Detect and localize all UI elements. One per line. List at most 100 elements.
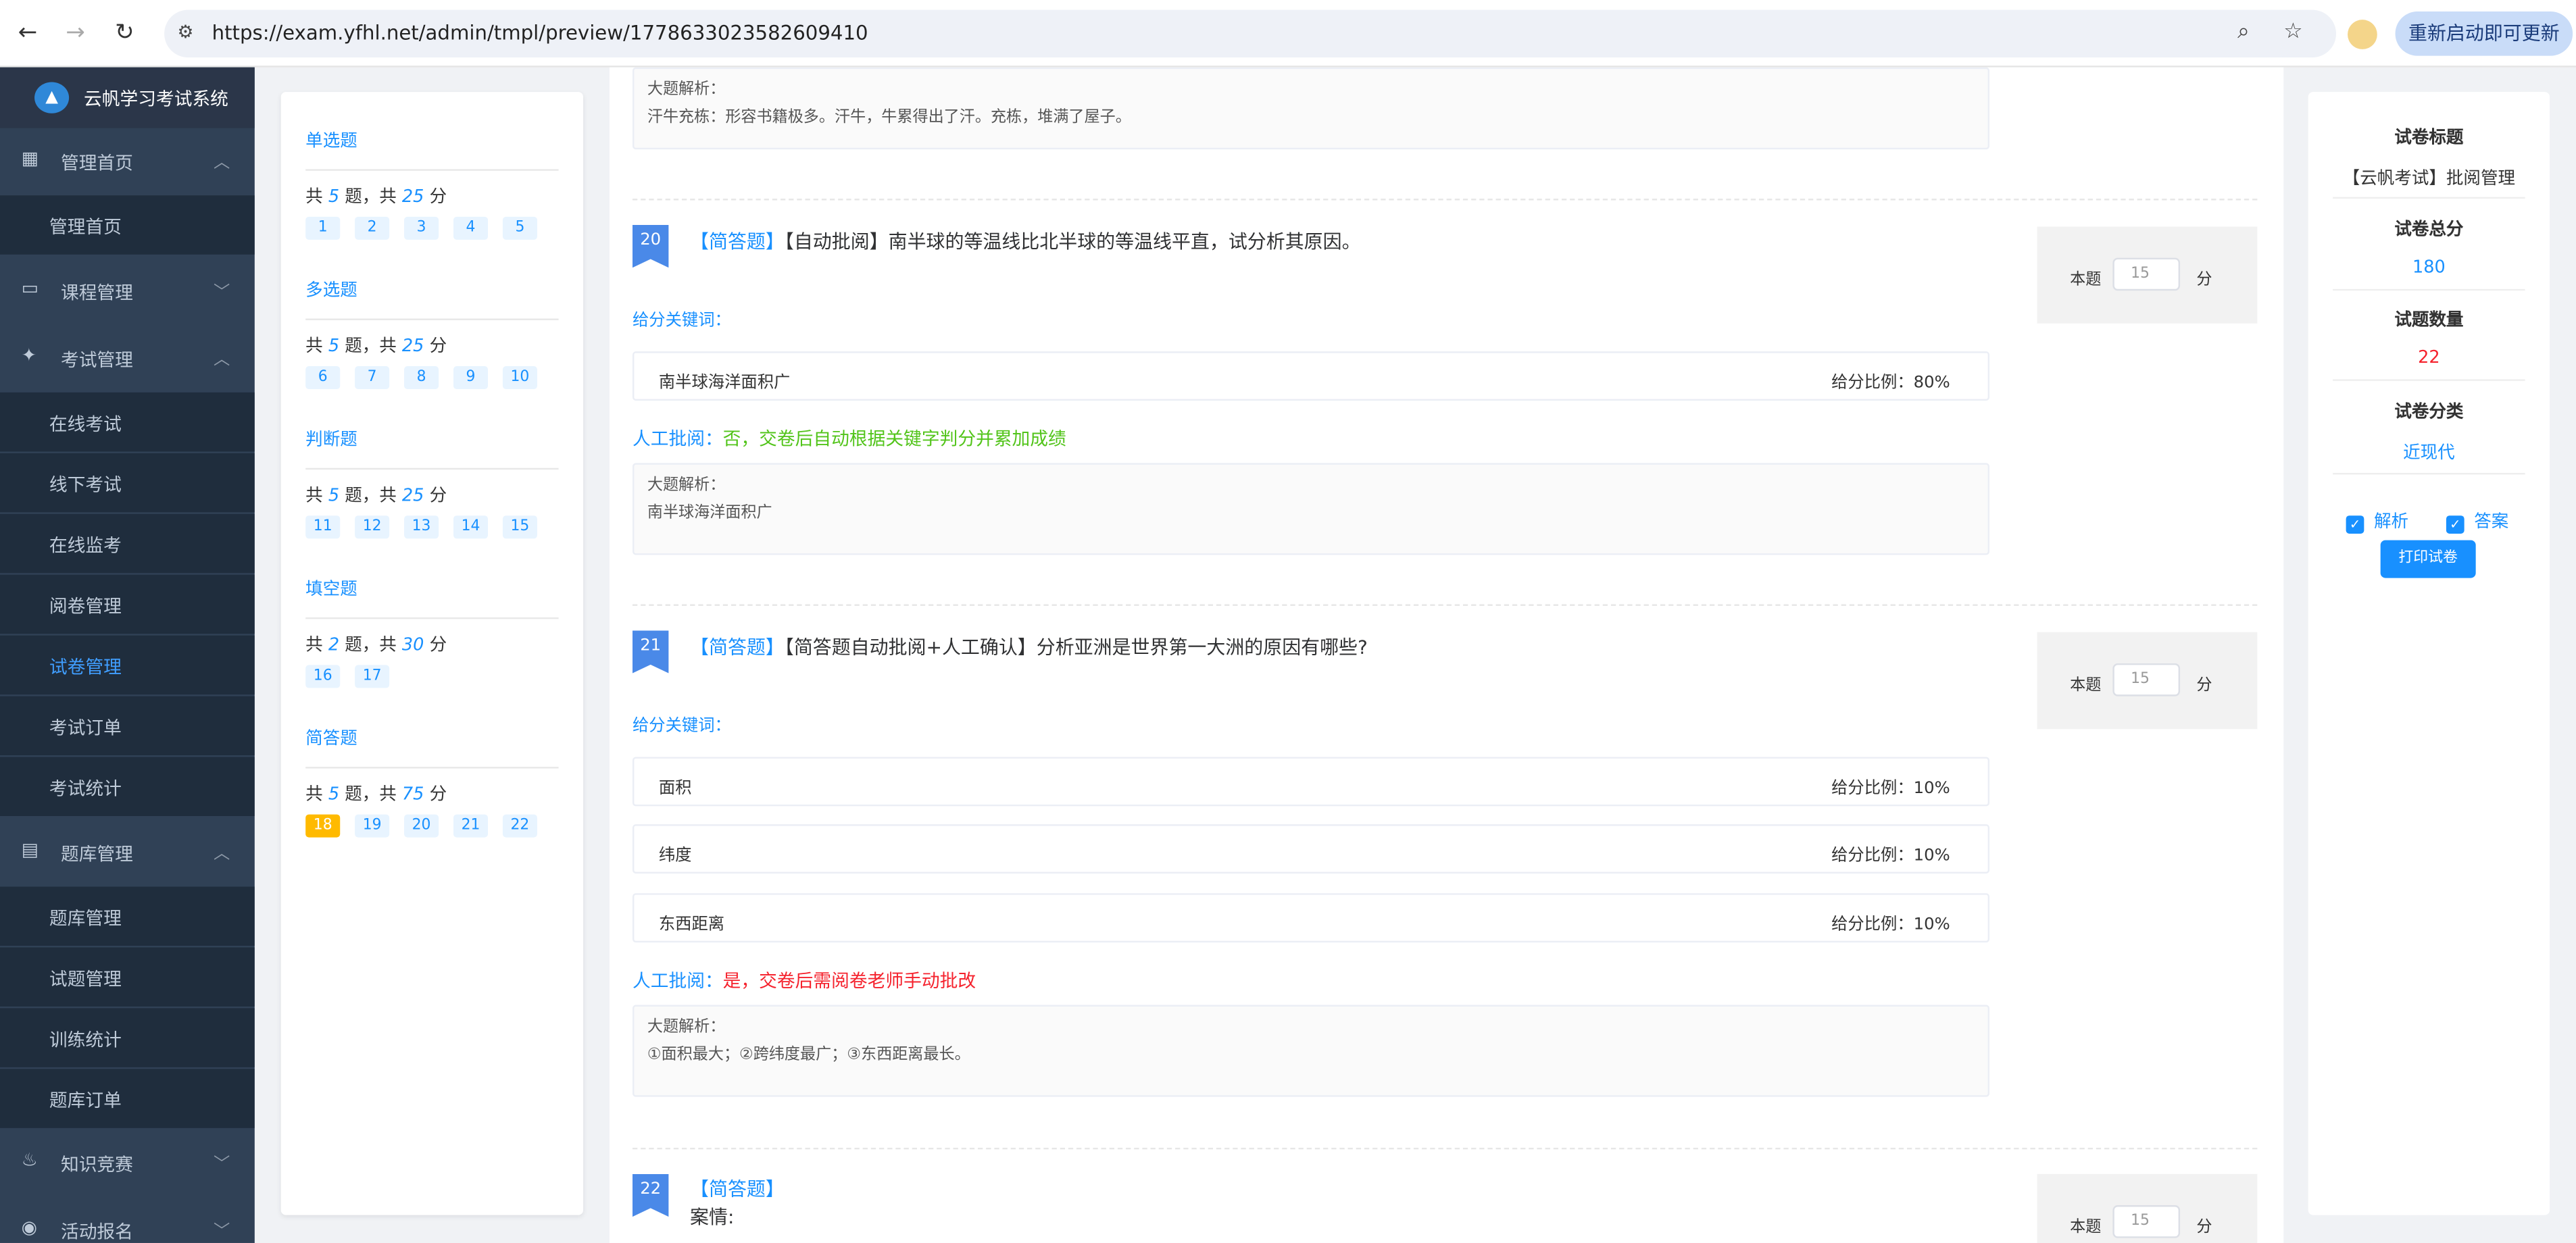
question-number-button[interactable]: 12	[355, 515, 390, 539]
sidebar-item-home[interactable]: 管理首页	[0, 195, 255, 255]
bank-icon: ▤	[21, 839, 39, 861]
question-number-button[interactable]: 10	[502, 366, 537, 390]
section-multi-choice: 多选题 共 5 题，共 25 分 6 7 8 9 10	[305, 280, 559, 391]
reload-icon[interactable]: ↻	[115, 20, 134, 46]
exam-icon: ✦	[21, 345, 37, 367]
sidebar-item-label: 管理首页	[49, 216, 122, 238]
brand: ▲ 云帆学习考试系统	[0, 67, 255, 128]
menu-group-home[interactable]: ▦ 管理首页 ︿	[0, 128, 255, 194]
score-input[interactable]: 15	[2112, 663, 2181, 696]
question-number-button[interactable]: 5	[502, 216, 537, 240]
sidebar-item-offline-exam[interactable]: 线下考试	[0, 453, 255, 513]
star-icon[interactable]: ☆	[2283, 20, 2302, 44]
print-paper-button[interactable]: 打印试卷	[2380, 540, 2476, 578]
section-fill-blank: 填空题 共 2 题，共 30 分 16 17	[305, 580, 559, 690]
sidebar-item-exam-orders[interactable]: 考试订单	[0, 696, 255, 756]
zoom-icon[interactable]: ⌕	[2237, 20, 2250, 44]
question-number-button[interactable]: 17	[355, 665, 390, 688]
analysis-label: 大题解析：	[647, 476, 726, 494]
manual-review-status: 人工批阅：否，交卷后自动根据关键字判分并累加成绩	[632, 428, 1066, 450]
analysis-box: 大题解析： 南半球海洋面积广	[632, 463, 1990, 555]
section-short-answer: 简答题 共 5 题，共 75 分 18 19 20 21 22	[305, 729, 559, 839]
profile-avatar[interactable]	[2348, 20, 2377, 49]
site-settings-icon[interactable]: ⚙	[178, 22, 194, 43]
sidebar-item-bank-manage[interactable]: 题库管理	[0, 886, 255, 946]
analysis-text: 南半球海洋面积广	[647, 504, 772, 522]
question-number-badge: 22	[632, 1173, 669, 1217]
question-number-button[interactable]: 1	[305, 216, 341, 240]
paper-info-panel: 试卷标题 【云帆考试】批阅管理 试卷总分 180 试题数量 22 试卷分类 近现…	[2308, 92, 2550, 1215]
sidebar: ▲ 云帆学习考试系统 ▦ 管理首页 ︿ 管理首页 ▭ 课程管理 ﹀ ✦ 考试管理…	[0, 67, 255, 1243]
keywords-label: 给分关键词：	[632, 717, 731, 736]
dashboard-icon: ▦	[21, 147, 39, 170]
question-number-button[interactable]: 14	[453, 515, 489, 539]
question-number-badge: 21	[632, 630, 669, 674]
sidebar-item-label: 考试订单	[49, 717, 122, 739]
sidebar-item-proctor[interactable]: 在线监考	[0, 513, 255, 574]
sidebar-item-bank-orders[interactable]: 题库订单	[0, 1069, 255, 1128]
section-summary: 共 5 题，共 75 分	[305, 784, 447, 805]
question-number-button[interactable]: 9	[453, 366, 489, 390]
section-single-choice: 单选题 共 5 题，共 25 分 12345	[305, 131, 559, 241]
sidebar-item-label: 在线监考	[49, 535, 122, 557]
show-analysis-checkbox[interactable]: ✓ 解析	[2346, 509, 2408, 534]
question-number-button[interactable]: 4	[453, 216, 489, 240]
divider	[632, 604, 2258, 606]
keyword-ratio: 给分比例：10%	[1831, 847, 1950, 865]
keywords-label: 给分关键词：	[632, 311, 731, 330]
sidebar-item-label: 题库订单	[49, 1090, 122, 1112]
sidebar-item-label: 试题管理	[49, 969, 122, 990]
section-summary: 共 5 题，共 25 分	[305, 336, 447, 357]
score-input[interactable]: 15	[2112, 1205, 2181, 1238]
question-number-button[interactable]: 19	[355, 814, 390, 838]
question-number-button[interactable]: 2	[355, 216, 390, 240]
question-count-value: 22	[2418, 348, 2440, 368]
section-title: 多选题	[305, 280, 357, 301]
forward-icon[interactable]: →	[66, 20, 85, 46]
paper-category-value: 近现代	[2403, 443, 2455, 463]
sidebar-item-grading[interactable]: 阅卷管理	[0, 574, 255, 634]
question-number-button[interactable]: 13	[404, 515, 439, 539]
menu-group-contest[interactable]: ♨ 知识竞赛 ﹀	[0, 1130, 255, 1195]
menu-group-course[interactable]: ▭ 课程管理 ﹀	[0, 258, 255, 324]
menu-group-exam[interactable]: ✦ 考试管理 ︿	[0, 325, 255, 390]
brand-name: 云帆学习考试系统	[83, 88, 228, 110]
question-number-button[interactable]: 15	[502, 515, 537, 539]
sidebar-item-online-exam[interactable]: 在线考试	[0, 392, 255, 452]
question-number-button[interactable]: 3	[404, 216, 439, 240]
section-summary: 共 5 题，共 25 分	[305, 187, 447, 207]
analysis-text: 汗牛充栋：形容书籍极多。汗牛，牛累得出了汗。充栋，堆满了屋子。	[647, 108, 1131, 127]
address-bar[interactable]: ⚙ https://exam.yfhl.net/admin/tmpl/previ…	[164, 9, 2337, 58]
question-number-button-current[interactable]: 18	[305, 814, 341, 838]
sidebar-item-training-stats[interactable]: 训练统计	[0, 1008, 255, 1067]
question-number-button[interactable]: 7	[355, 366, 390, 390]
menu-group-bank[interactable]: ▤ 题库管理 ︿	[0, 819, 255, 885]
question-number-button[interactable]: 16	[305, 665, 341, 688]
question-number-button[interactable]: 21	[453, 814, 489, 838]
menu-group-activity[interactable]: ◉ 活动报名 ﹀	[0, 1197, 255, 1243]
question-number-button[interactable]: 8	[404, 366, 439, 390]
sidebar-item-paper-manage[interactable]: 试卷管理	[0, 635, 255, 695]
keyword-ratio: 给分比例：10%	[1831, 916, 1950, 935]
menu-group-label: 考试管理	[60, 349, 133, 372]
sidebar-item-label: 线下考试	[49, 474, 122, 497]
sidebar-item-question-manage[interactable]: 试题管理	[0, 947, 255, 1007]
question-number-button[interactable]: 11	[305, 515, 341, 539]
question-number-button[interactable]: 22	[502, 814, 537, 838]
manual-review-status: 人工批阅：是，交卷后需阅卷老师手动批改	[632, 970, 976, 992]
url-text[interactable]: https://exam.yfhl.net/admin/tmpl/preview…	[212, 22, 868, 45]
info-label: 试题数量	[2394, 310, 2464, 330]
sidebar-item-label: 在线考试	[49, 413, 122, 436]
score-input[interactable]: 15	[2112, 257, 2181, 291]
keyword-text: 南半球海洋面积广	[658, 374, 791, 392]
menu-group-label: 题库管理	[60, 844, 133, 865]
question-number-button[interactable]: 20	[404, 814, 439, 838]
sidebar-item-label: 试卷管理	[49, 657, 122, 678]
question-number-button[interactable]: 6	[305, 366, 341, 390]
relaunch-update-button[interactable]: 重新启动即可更新	[2395, 11, 2573, 56]
show-answer-checkbox[interactable]: ✓ 答案	[2446, 509, 2508, 534]
keyword-row: 纬度 给分比例：10%	[632, 824, 1990, 874]
sidebar-item-exam-stats[interactable]: 考试统计	[0, 757, 255, 817]
question-score-box: 本题 15 分	[2037, 1173, 2258, 1243]
back-icon[interactable]: ←	[18, 20, 38, 46]
